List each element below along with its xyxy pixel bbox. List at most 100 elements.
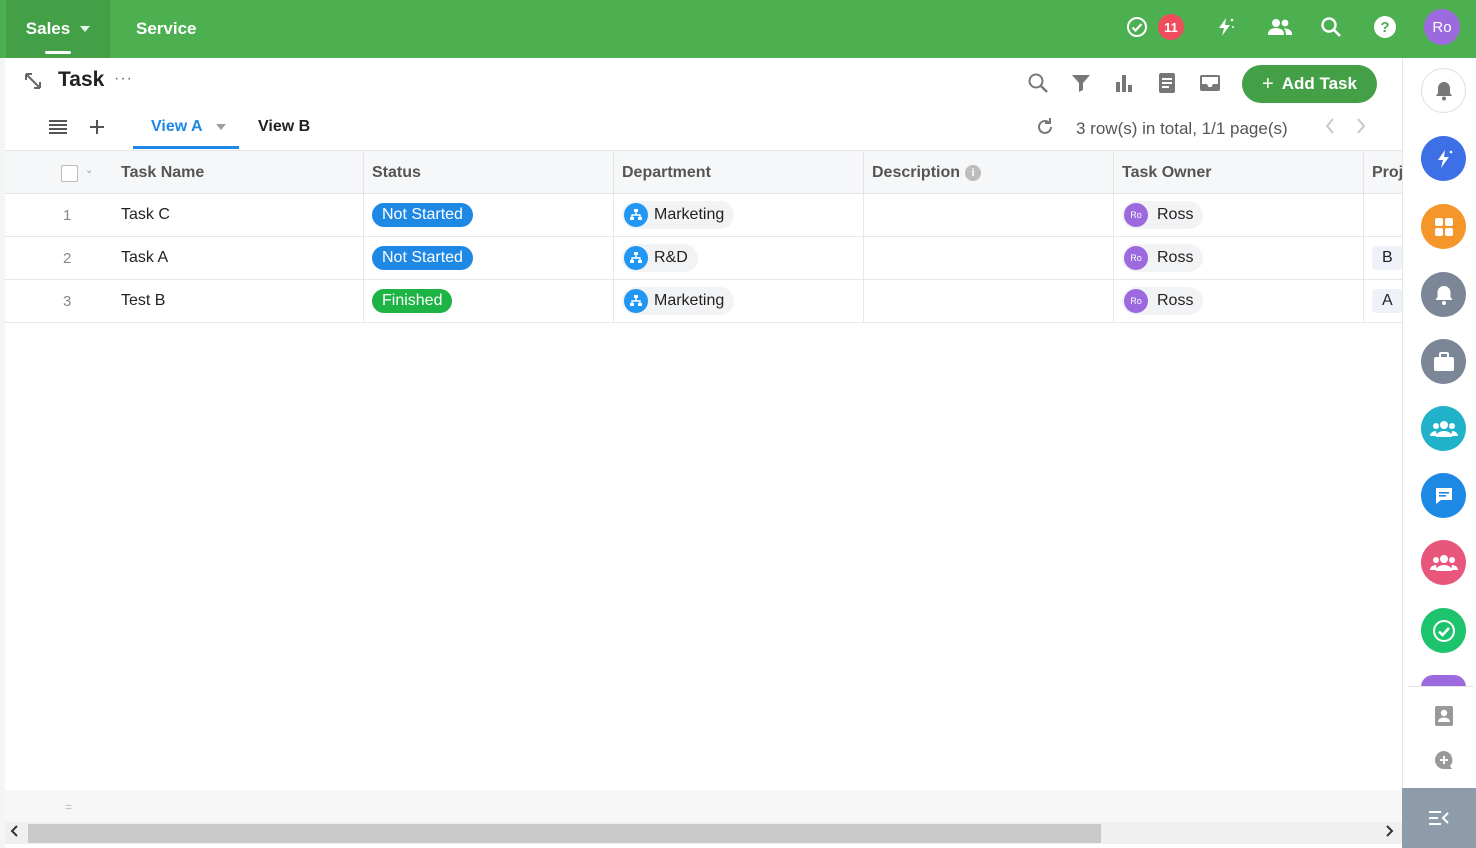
scroll-left-icon[interactable] bbox=[10, 824, 20, 843]
check-icon[interactable] bbox=[1421, 608, 1466, 653]
avatar: Ro bbox=[1124, 289, 1148, 313]
chevron-down-icon[interactable] bbox=[216, 124, 226, 130]
owner-tag: Ro Ross bbox=[1122, 244, 1204, 272]
department-cell[interactable]: Marketing bbox=[613, 280, 863, 322]
project-cell[interactable] bbox=[1363, 194, 1402, 236]
project-tag: A bbox=[1372, 289, 1403, 313]
collapse-menu-icon[interactable] bbox=[1402, 788, 1476, 848]
department-cell[interactable]: R&D bbox=[613, 237, 863, 279]
org-chart-icon bbox=[624, 246, 648, 270]
chevron-down-icon bbox=[80, 26, 91, 32]
owner-name: Ross bbox=[1157, 292, 1194, 309]
document-icon[interactable] bbox=[1154, 70, 1180, 96]
magic-icon[interactable] bbox=[1421, 136, 1466, 181]
department-tag: R&D bbox=[622, 244, 698, 272]
column-label: Description bbox=[872, 164, 961, 181]
resize-handle[interactable]: = bbox=[65, 800, 72, 814]
task-name-cell[interactable]: Task A bbox=[121, 237, 363, 279]
tab-view-a[interactable]: View A bbox=[151, 118, 203, 136]
column-label: Status bbox=[372, 164, 421, 181]
project-tag: B bbox=[1372, 246, 1403, 270]
department-tag: Marketing bbox=[622, 201, 735, 229]
owner-name: Ross bbox=[1157, 249, 1194, 266]
description-cell[interactable] bbox=[863, 194, 1113, 236]
column-header-task-owner[interactable]: Task Owner bbox=[1113, 151, 1363, 195]
more-options-icon[interactable]: ··· bbox=[114, 70, 133, 88]
column-header-description[interactable]: Description i bbox=[863, 151, 1113, 195]
task-name-cell[interactable]: Test B bbox=[121, 280, 363, 322]
table-row[interactable]: 1 Task C Not Started Marketing Ro Ross bbox=[5, 194, 1402, 237]
chat-icon[interactable] bbox=[1421, 473, 1466, 518]
filter-icon[interactable] bbox=[1068, 70, 1094, 96]
task-owner-cell[interactable]: Ro Ross bbox=[1113, 237, 1363, 279]
list-icon[interactable] bbox=[47, 116, 69, 138]
scrollbar-thumb[interactable] bbox=[28, 824, 1101, 843]
department-cell[interactable]: Marketing bbox=[613, 194, 863, 236]
notification-badge[interactable]: 11 bbox=[1158, 14, 1184, 40]
magic-icon[interactable] bbox=[1210, 12, 1240, 42]
status-badge: Not Started bbox=[372, 203, 473, 227]
briefcase-icon[interactable] bbox=[1421, 339, 1466, 384]
column-header-task-name[interactable]: Task Name bbox=[113, 151, 363, 195]
search-icon[interactable] bbox=[1025, 70, 1051, 96]
task-name-cell[interactable]: Task C bbox=[121, 194, 363, 236]
column-header-project[interactable]: Proj bbox=[1363, 151, 1402, 195]
inbox-icon[interactable] bbox=[1197, 70, 1223, 96]
plus-icon: + bbox=[1262, 72, 1274, 95]
status-cell[interactable]: Not Started bbox=[363, 237, 613, 279]
add-task-label: Add Task bbox=[1281, 74, 1357, 93]
bell-icon[interactable] bbox=[1421, 272, 1466, 317]
active-tab-indicator bbox=[45, 51, 71, 54]
table-row[interactable]: 3 Test B Finished Marketing Ro Ross A bbox=[5, 280, 1403, 323]
group-icon[interactable] bbox=[1421, 540, 1466, 585]
people-icon[interactable] bbox=[1265, 12, 1295, 42]
column-header-status[interactable]: Status bbox=[363, 151, 613, 195]
column-label: Proj bbox=[1372, 164, 1402, 181]
scroll-right-icon[interactable] bbox=[1384, 824, 1394, 843]
check-circle-icon[interactable] bbox=[1122, 12, 1152, 42]
row-number: 1 bbox=[63, 207, 72, 224]
contact-icon[interactable] bbox=[1432, 704, 1456, 728]
refresh-icon[interactable] bbox=[1034, 116, 1056, 138]
department-name: Marketing bbox=[654, 206, 725, 223]
description-cell[interactable] bbox=[863, 237, 1113, 279]
chevron-down-icon[interactable]: ⌄ bbox=[85, 165, 93, 176]
add-task-button[interactable]: + Add Task bbox=[1242, 65, 1377, 103]
task-owner-cell[interactable]: Ro Ross bbox=[1113, 194, 1363, 236]
table-header: ⌄ Task Name Status Department Descriptio… bbox=[5, 150, 1402, 195]
chevron-left-icon[interactable] bbox=[1323, 116, 1343, 138]
project-cell[interactable]: A bbox=[1363, 280, 1403, 322]
tab-view-b[interactable]: View B bbox=[258, 118, 310, 136]
table-row[interactable]: 2 Task A Not Started R&D Ro Ross B bbox=[5, 237, 1403, 280]
expand-icon[interactable] bbox=[22, 70, 44, 92]
help-icon[interactable]: ? bbox=[1370, 12, 1400, 42]
info-icon[interactable]: i bbox=[965, 165, 982, 181]
nav-tab-service[interactable]: Service bbox=[136, 0, 197, 58]
status-cell[interactable]: Finished bbox=[363, 280, 613, 322]
bar-chart-icon[interactable] bbox=[1111, 70, 1137, 96]
task-name: Task A bbox=[121, 249, 169, 266]
task-name: Task C bbox=[121, 206, 170, 223]
org-chart-icon bbox=[624, 203, 648, 227]
user-avatar[interactable]: Ro bbox=[1424, 9, 1460, 45]
owner-tag: Ro Ross bbox=[1122, 201, 1204, 229]
add-comment-icon[interactable] bbox=[1432, 748, 1456, 772]
status-cell[interactable]: Not Started bbox=[363, 194, 613, 236]
apps-icon[interactable] bbox=[1421, 204, 1466, 249]
description-cell[interactable] bbox=[863, 280, 1113, 322]
nav-tab-sales[interactable]: Sales bbox=[6, 0, 110, 58]
group-icon[interactable] bbox=[1421, 406, 1466, 451]
chevron-right-icon[interactable] bbox=[1354, 116, 1374, 138]
department-tag: Marketing bbox=[622, 287, 735, 315]
row-number: 2 bbox=[63, 250, 72, 267]
department-name: Marketing bbox=[654, 292, 725, 309]
column-header-department[interactable]: Department bbox=[613, 151, 863, 195]
bell-icon[interactable] bbox=[1421, 68, 1466, 113]
owner-name: Ross bbox=[1157, 206, 1194, 223]
plus-icon[interactable] bbox=[86, 116, 108, 138]
select-all-checkbox[interactable] bbox=[61, 165, 78, 182]
project-cell[interactable]: B bbox=[1363, 237, 1403, 279]
search-icon[interactable] bbox=[1316, 12, 1346, 42]
task-owner-cell[interactable]: Ro Ross bbox=[1113, 280, 1363, 322]
department-name: R&D bbox=[654, 249, 688, 266]
